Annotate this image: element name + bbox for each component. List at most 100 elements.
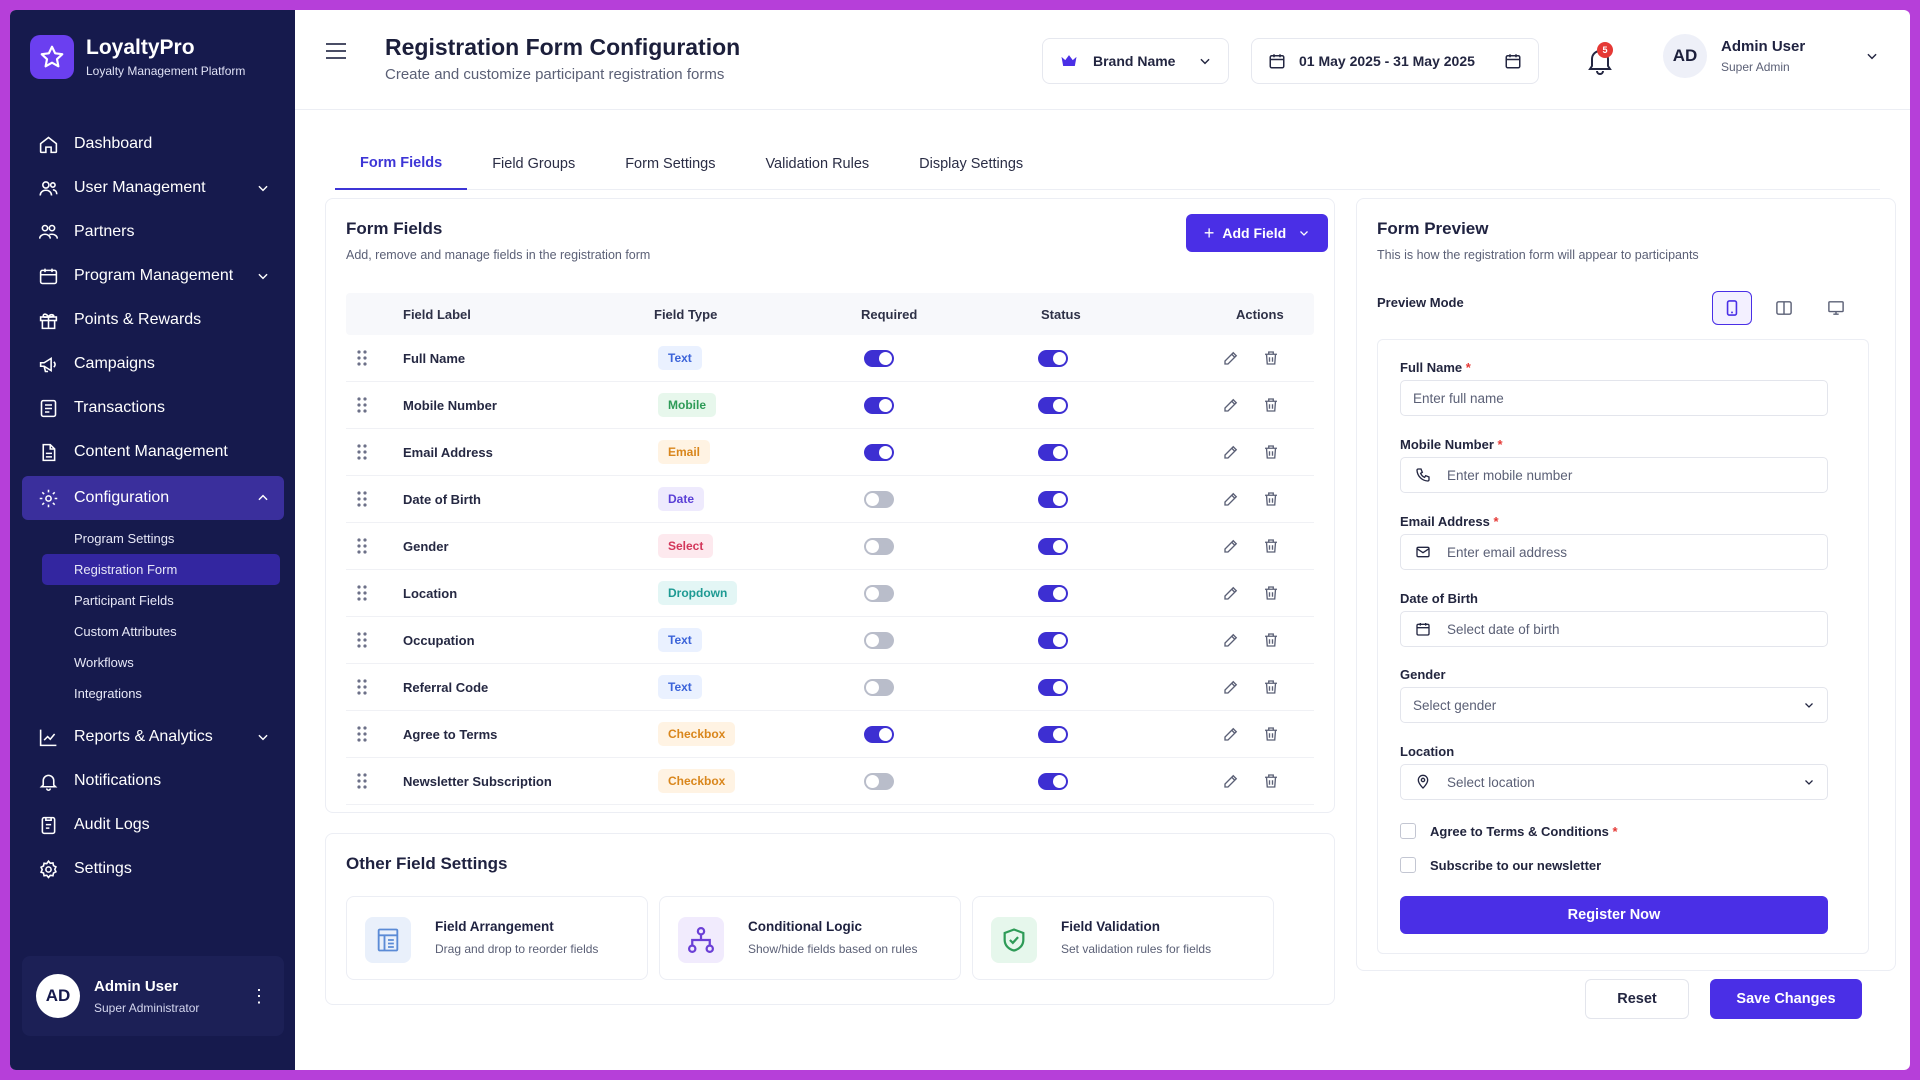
tab-validation-rules[interactable]: Validation Rules <box>740 138 894 190</box>
required-toggle[interactable] <box>864 773 894 790</box>
edit-icon[interactable] <box>1222 537 1240 555</box>
edit-icon[interactable] <box>1222 725 1240 743</box>
delete-icon[interactable] <box>1262 631 1280 649</box>
save-changes-button[interactable]: Save Changes <box>1710 979 1862 1019</box>
delete-icon[interactable] <box>1262 349 1280 367</box>
edit-icon[interactable] <box>1222 396 1240 414</box>
desktop-view-button[interactable] <box>1816 291 1856 325</box>
date-range-picker[interactable]: 01 May 2025 - 31 May 2025 <box>1251 38 1539 84</box>
required-toggle[interactable] <box>864 538 894 555</box>
checkbox-box[interactable] <box>1400 857 1416 873</box>
sidebar-item-campaigns[interactable]: Campaigns <box>22 342 284 386</box>
edit-icon[interactable] <box>1222 443 1240 461</box>
sidebar-item-dashboard[interactable]: Dashboard <box>22 122 284 166</box>
terms-checkbox[interactable]: Agree to Terms & Conditions * <box>1400 823 1618 839</box>
more-options-icon[interactable]: ⋮ <box>250 986 268 1007</box>
add-field-button[interactable]: + Add Field <box>1186 214 1328 252</box>
email-address-input[interactable]: Enter email address <box>1400 534 1828 570</box>
sidebar-item-program-management[interactable]: Program Management <box>22 254 284 298</box>
sidebar-item-points-rewards[interactable]: Points & Rewards <box>22 298 284 342</box>
status-toggle[interactable] <box>1038 491 1068 508</box>
edit-icon[interactable] <box>1222 631 1240 649</box>
subnav-custom-attributes[interactable]: Custom Attributes <box>22 616 284 647</box>
sidebar-item-audit-logs[interactable]: Audit Logs <box>22 803 284 847</box>
drag-handle-icon[interactable] <box>356 537 368 555</box>
delete-icon[interactable] <box>1262 396 1280 414</box>
newsletter-checkbox[interactable]: Subscribe to our newsletter <box>1400 857 1601 873</box>
edit-icon[interactable] <box>1222 349 1240 367</box>
sidebar-item-reports-analytics[interactable]: Reports & Analytics <box>22 715 284 759</box>
required-toggle[interactable] <box>864 350 894 367</box>
sidebar-item-user-management[interactable]: User Management <box>22 166 284 210</box>
status-toggle[interactable] <box>1038 679 1068 696</box>
status-toggle[interactable] <box>1038 773 1068 790</box>
drag-handle-icon[interactable] <box>356 396 368 414</box>
delete-icon[interactable] <box>1262 678 1280 696</box>
subnav-integrations[interactable]: Integrations <box>22 678 284 709</box>
location-select[interactable]: Select location <box>1400 764 1828 800</box>
status-toggle[interactable] <box>1038 585 1068 602</box>
required-toggle[interactable] <box>864 726 894 743</box>
sidebar-item-content-management[interactable]: Content Management <box>22 430 284 474</box>
required-toggle[interactable] <box>864 679 894 696</box>
required-toggle[interactable] <box>864 632 894 649</box>
subnav-registration-form[interactable]: Registration Form <box>42 554 280 585</box>
gender-select[interactable]: Select gender <box>1400 687 1828 723</box>
drag-handle-icon[interactable] <box>356 725 368 743</box>
subnav-workflows[interactable]: Workflows <box>22 647 284 678</box>
status-toggle[interactable] <box>1038 444 1068 461</box>
required-toggle[interactable] <box>864 444 894 461</box>
sidebar-user-card[interactable]: AD Admin User Super Administrator ⋮ <box>22 956 284 1036</box>
status-toggle[interactable] <box>1038 397 1068 414</box>
reset-button[interactable]: Reset <box>1585 979 1689 1019</box>
checkbox-box[interactable] <box>1400 823 1416 839</box>
menu-icon[interactable] <box>325 42 347 60</box>
tab-field-groups[interactable]: Field Groups <box>467 138 600 190</box>
delete-icon[interactable] <box>1262 443 1280 461</box>
tablet-view-button[interactable] <box>1764 291 1804 325</box>
required-toggle[interactable] <box>864 585 894 602</box>
field-arrangement-card[interactable]: Field Arrangement Drag and drop to reord… <box>346 896 648 980</box>
required-toggle[interactable] <box>864 491 894 508</box>
mobile-number-input[interactable]: Enter mobile number <box>1400 457 1828 493</box>
sidebar-item-partners[interactable]: Partners <box>22 210 284 254</box>
tab-form-fields[interactable]: Form Fields <box>335 138 468 190</box>
drag-handle-icon[interactable] <box>356 349 368 367</box>
field-validation-card[interactable]: Field Validation Set validation rules fo… <box>972 896 1274 980</box>
status-toggle[interactable] <box>1038 726 1068 743</box>
mobile-view-button[interactable] <box>1712 291 1752 325</box>
status-toggle[interactable] <box>1038 632 1068 649</box>
edit-icon[interactable] <box>1222 772 1240 790</box>
drag-handle-icon[interactable] <box>356 490 368 508</box>
brand-selector[interactable]: Brand Name <box>1042 38 1229 84</box>
delete-icon[interactable] <box>1262 772 1280 790</box>
register-now-button[interactable]: Register Now <box>1400 896 1828 934</box>
drag-handle-icon[interactable] <box>356 631 368 649</box>
drag-handle-icon[interactable] <box>356 443 368 461</box>
drag-handle-icon[interactable] <box>356 678 368 696</box>
header-user-menu[interactable]: AD Admin User Super Admin <box>1663 34 1879 78</box>
conditional-logic-card[interactable]: Conditional Logic Show/hide fields based… <box>659 896 961 980</box>
delete-icon[interactable] <box>1262 537 1280 555</box>
edit-icon[interactable] <box>1222 584 1240 602</box>
sidebar-item-transactions[interactable]: Transactions <box>22 386 284 430</box>
edit-icon[interactable] <box>1222 490 1240 508</box>
tab-display-settings[interactable]: Display Settings <box>894 138 1048 190</box>
drag-handle-icon[interactable] <box>356 584 368 602</box>
full-name-input[interactable]: Enter full name <box>1400 380 1828 416</box>
drag-handle-icon[interactable] <box>356 772 368 790</box>
date-of-birth-input[interactable]: Select date of birth <box>1400 611 1828 647</box>
subnav-participant-fields[interactable]: Participant Fields <box>22 585 284 616</box>
status-toggle[interactable] <box>1038 538 1068 555</box>
subnav-program-settings[interactable]: Program Settings <box>22 523 284 554</box>
delete-icon[interactable] <box>1262 490 1280 508</box>
required-toggle[interactable] <box>864 397 894 414</box>
delete-icon[interactable] <box>1262 584 1280 602</box>
status-toggle[interactable] <box>1038 350 1068 367</box>
sidebar-item-configuration[interactable]: Configuration <box>22 476 284 520</box>
sidebar-item-settings[interactable]: Settings <box>22 847 284 891</box>
delete-icon[interactable] <box>1262 725 1280 743</box>
edit-icon[interactable] <box>1222 678 1240 696</box>
tab-form-settings[interactable]: Form Settings <box>600 138 740 190</box>
sidebar-item-notifications[interactable]: Notifications <box>22 759 284 803</box>
